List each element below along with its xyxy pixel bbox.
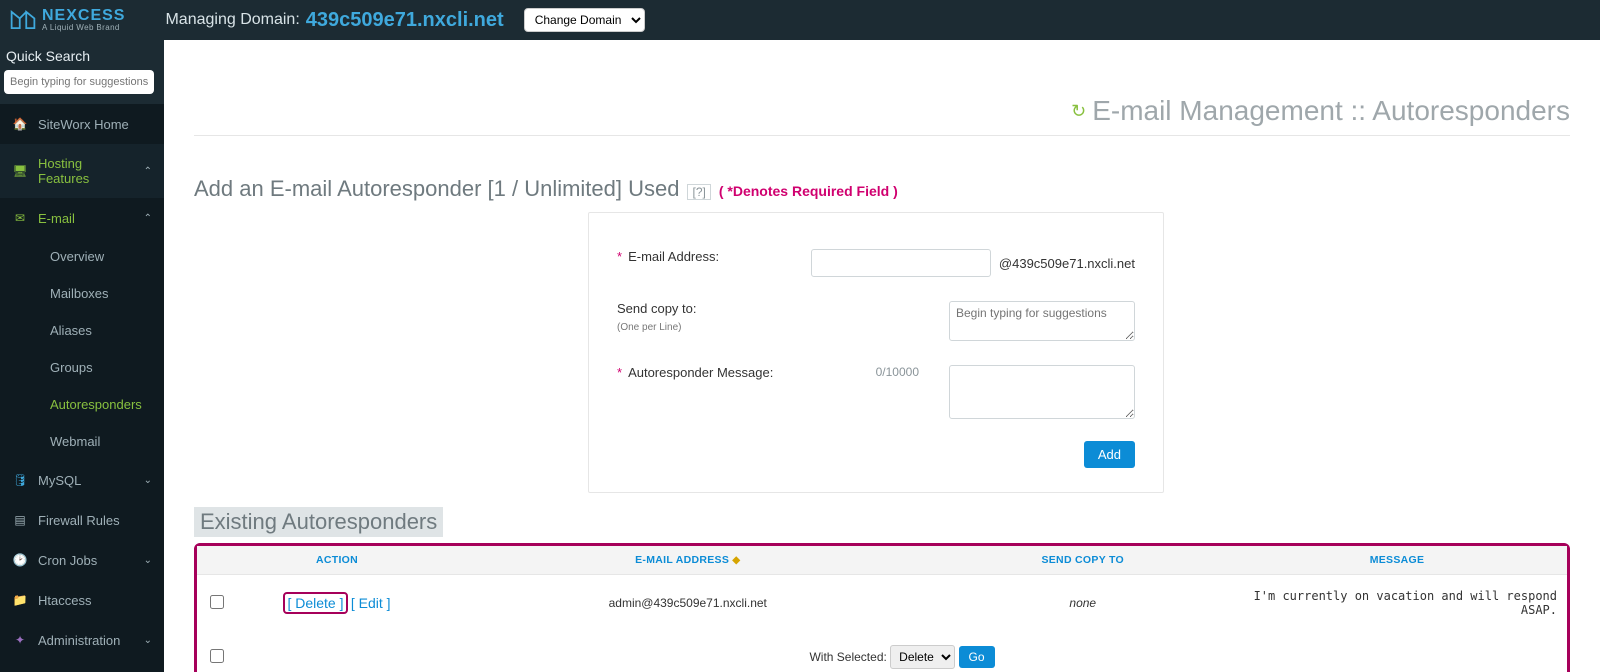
sidebar-sub-groups[interactable]: Groups [40,349,164,386]
change-domain-select[interactable]: Change Domain [524,8,645,32]
col-action[interactable]: ACTION [237,546,437,575]
sidebar-item-cron[interactable]: 🕑 Cron Jobs ⌄ [0,540,164,580]
col-copy[interactable]: SEND COPY TO [938,546,1227,575]
brand-logo[interactable]: NEXCESS A Liquid Web Brand [10,8,125,32]
sidebar-item-label: Cron Jobs [38,553,134,568]
page-title-row: ↻ E-mail Management :: Autoresponders [194,40,1570,136]
quick-search-title: Quick Search [4,46,160,70]
sidebar-sub-webmail[interactable]: Webmail [40,423,164,460]
quick-search-block: Quick Search [0,40,164,104]
sidebar-sub-overview[interactable]: Overview [40,238,164,275]
form-actions: Add [617,431,1135,468]
monitor-icon: 🖥 [12,163,28,179]
sidebar-item-label: Administration [38,633,134,648]
sidebar-item-label: Firewall Rules [38,513,152,528]
form-row-email: * E-mail Address: @439c509e71.nxcli.net [617,237,1135,289]
sidebar-item-label: Hosting Features [38,156,134,186]
add-button[interactable]: Add [1084,441,1135,468]
chevron-down-icon: ⌄ [144,635,152,646]
cell-message: I'm currently on vacation and will respo… [1227,575,1567,632]
existing-table-wrap: ACTION E-MAIL ADDRESS ◆ SEND COPY TO MES… [194,543,1570,672]
message-textarea[interactable] [949,365,1135,419]
sidebar-item-htaccess[interactable]: 📁 Htaccess [0,580,164,620]
help-icon[interactable]: [?] [687,184,710,200]
sort-icon: ◆ [732,555,740,566]
folder-icon: 📁 [12,592,28,608]
required-star: * [617,249,622,264]
label-email: E-mail Address: [628,249,719,264]
label-copy: Send copy to: [617,301,847,316]
message-counter: 0/10000 [876,365,919,379]
database-icon: 🛢 [12,472,28,488]
brand-name: NEXCESS [42,8,125,24]
sidebar-email-submenu: Overview Mailboxes Aliases Groups Autore… [0,238,164,460]
managing-domain-value: 439c509e71.nxcli.net [306,9,504,32]
cell-copy: none [938,575,1227,632]
autoresponder-form: * E-mail Address: @439c509e71.nxcli.net … [588,212,1164,493]
existing-table: ACTION E-MAIL ADDRESS ◆ SEND COPY TO MES… [197,546,1567,672]
edit-link[interactable]: [ Edit ] [351,595,391,611]
page-title: E-mail Management :: Autoresponders [1092,95,1570,127]
sidebar-item-mysql[interactable]: 🛢 MySQL ⌄ [0,460,164,500]
clock-icon: 🕑 [12,552,28,568]
form-heading: Add an E-mail Autoresponder [1 / Unlimit… [194,176,679,202]
delete-link[interactable]: [ Delete ] [287,595,343,611]
required-star: * [617,365,622,380]
sidebar-item-home[interactable]: 🏠 SiteWorx Home [0,104,164,144]
mail-icon: ✉ [12,210,28,226]
sidebar-sub-aliases[interactable]: Aliases [40,312,164,349]
email-domain-suffix: @439c509e71.nxcli.net [999,256,1135,271]
sidebar-item-label: SiteWorx Home [38,117,152,132]
sidebar-sub-mailboxes[interactable]: Mailboxes [40,275,164,312]
table-row: [ Delete ] [ Edit ] admin@439c509e71.nxc… [197,575,1567,632]
form-section-head: Add an E-mail Autoresponder [1 / Unlimit… [194,136,1570,212]
send-copy-textarea[interactable] [949,301,1135,341]
sidebar-item-label: E-mail [38,211,134,226]
chevron-down-icon: ⌄ [144,555,152,566]
label-copy-hint: (One per Line) [617,322,847,333]
col-email[interactable]: E-MAIL ADDRESS ◆ [437,546,938,575]
refresh-icon[interactable]: ↻ [1071,101,1086,122]
sidebar-nav: 🏠 SiteWorx Home 🖥 Hosting Features ⌃ ✉ E… [0,104,164,660]
sidebar-item-label: MySQL [38,473,134,488]
col-message[interactable]: MESSAGE [1227,546,1567,575]
brand-tagline: A Liquid Web Brand [42,24,125,32]
sidebar-item-label: Htaccess [38,593,152,608]
bulk-go-button[interactable]: Go [959,646,995,668]
topbar: NEXCESS A Liquid Web Brand Managing Doma… [0,0,1600,40]
form-row-message: * Autoresponder Message: 0/10000 [617,353,1135,431]
logo-mark-icon [10,9,36,31]
bulk-action-row: With Selected: Delete Go [197,631,1567,672]
sidebar: Quick Search 🏠 SiteWorx Home 🖥 Hosting F… [0,40,164,672]
bulk-label: With Selected: [809,650,886,664]
sidebar-item-firewall[interactable]: ▤ Firewall Rules [0,500,164,540]
label-message: Autoresponder Message: [628,365,773,380]
managing-domain-label: Managing Domain: [165,11,299,29]
main-content: ↻ E-mail Management :: Autoresponders Ad… [164,40,1600,672]
email-local-input[interactable] [811,249,991,277]
select-all-checkbox[interactable] [210,649,224,663]
firewall-icon: ▤ [12,512,28,528]
sidebar-item-hosting[interactable]: 🖥 Hosting Features ⌃ [0,144,164,198]
home-icon: 🏠 [12,116,28,132]
sidebar-sub-autoresponders[interactable]: Autoresponders [40,386,164,423]
quick-search-input[interactable] [4,70,154,94]
cell-email: admin@439c509e71.nxcli.net [437,575,938,632]
sidebar-item-admin[interactable]: ✦ Administration ⌄ [0,620,164,660]
highlight-delete: [ Delete ] [283,592,347,614]
existing-heading: Existing Autoresponders [194,507,443,537]
bulk-action-select[interactable]: Delete [890,645,955,669]
required-legend: ( *Denotes Required Field ) [719,183,898,199]
chevron-up-icon: ⌃ [144,166,152,177]
chevron-up-icon: ⌃ [144,213,152,224]
chevron-down-icon: ⌄ [144,475,152,486]
form-row-copy: Send copy to: (One per Line) [617,289,1135,353]
sidebar-item-email[interactable]: ✉ E-mail ⌃ [0,198,164,238]
row-checkbox[interactable] [210,595,224,609]
admin-icon: ✦ [12,632,28,648]
